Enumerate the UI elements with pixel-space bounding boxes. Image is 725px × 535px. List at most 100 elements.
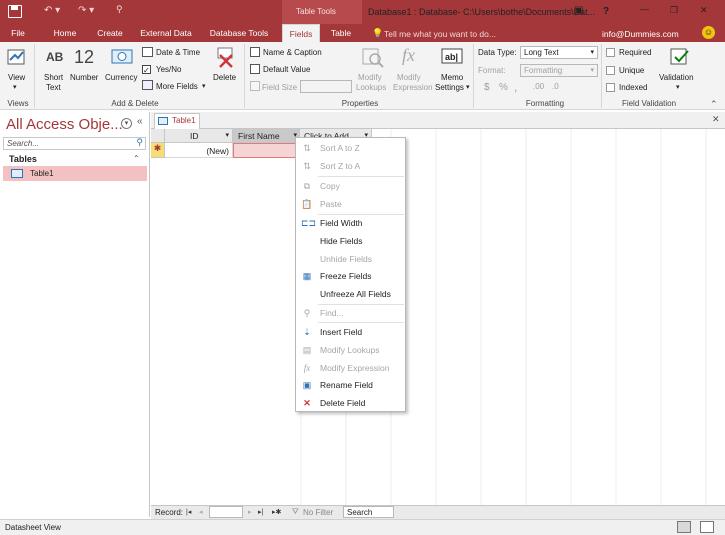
menu-item-rename-field[interactable]: ▣ Rename Field [296,376,405,394]
nav-search-input[interactable]: Search... ⚲ [3,137,146,150]
shutter-bar-close-icon[interactable]: « [137,116,143,127]
new-record-marker[interactable]: ✱ [151,143,165,158]
menu-item-modify-lookups: ▤ Modify Lookups [296,341,405,359]
data-type-select[interactable]: Long Text ▾ [520,46,598,59]
redo-icon[interactable]: ↷ ▾ [78,5,94,16]
column-header-first-name[interactable]: First Name ▾ [233,129,300,143]
datasheet-view-icon[interactable] [677,521,691,533]
currency-icon[interactable] [111,47,133,67]
first-record-button[interactable]: |◂ [186,508,191,516]
menu-item-freeze-fields[interactable]: ▦ Freeze Fields [296,267,405,285]
view-button[interactable]: View [8,73,25,82]
collapse-section-icon[interactable]: ⌃ [133,154,140,163]
minimize-button[interactable]: — [640,4,649,14]
ribbon-display-icon[interactable]: ▣ [574,5,583,16]
last-record-button[interactable]: ▸| [258,508,263,516]
memo-settings-button-line2[interactable]: Settings [435,83,464,92]
view-dropdown-icon[interactable]: ▾ [13,83,17,91]
tab-file[interactable]: File [0,24,36,42]
smiley-feedback-icon[interactable]: ☺ [702,26,715,39]
default-value-button[interactable]: Default Value [263,65,310,74]
tab-table[interactable]: Table [322,24,360,42]
previous-record-button[interactable]: ◂ [199,508,203,516]
menu-item-hide-fields[interactable]: Hide Fields [296,232,405,250]
yes-no-button[interactable]: Yes/No [156,65,182,74]
chevron-down-icon[interactable]: ▾ [225,131,229,139]
collapse-ribbon-icon[interactable]: ⌃ [710,99,718,110]
short-text-button-line2[interactable]: Text [46,83,61,92]
tab-external-data[interactable]: External Data [134,24,198,42]
required-label: Required [619,48,652,57]
menu-item-label: Delete Field [320,398,366,408]
memo-settings-dropdown-icon[interactable]: ▾ [466,83,470,91]
currency-button[interactable]: Currency [105,73,137,82]
close-button[interactable]: ✕ [700,5,708,16]
nav-title[interactable]: All Access Obje... [6,116,123,133]
tab-home[interactable]: Home [44,24,86,42]
indexed-checkbox[interactable] [606,82,615,93]
no-filter-button[interactable]: No Filter [303,508,333,517]
tab-create[interactable]: Create [88,24,132,42]
close-document-icon[interactable]: ✕ [712,114,720,125]
account-name[interactable]: info@Dummies.com [602,29,679,39]
number-icon[interactable]: 12 [74,47,94,68]
cell-id-new[interactable]: (New) [165,143,233,158]
menu-item-label: Insert Field [320,327,363,337]
group-formatting: Formatting [525,99,565,108]
memo-settings-icon[interactable]: ab| [440,46,464,68]
short-text-icon[interactable]: AB [46,50,63,64]
undo-icon[interactable]: ↶ ▾ [44,5,60,16]
more-fields-dropdown-icon[interactable]: ▾ [202,82,206,90]
help-icon[interactable]: ? [603,6,609,17]
divider [473,44,474,108]
date-time-button[interactable]: Date & Time [156,48,200,57]
search-icon[interactable]: ⚲ [136,137,143,148]
view-icon[interactable] [6,46,28,68]
menu-item-field-width[interactable]: ⊏⊐ Field Width [296,214,405,232]
record-label: Record: [155,508,184,517]
menu-item-paste: 📋 Paste [296,195,405,213]
validation-icon[interactable] [668,46,692,70]
more-fields-button[interactable]: More Fields [156,82,198,91]
cell-first-name-new[interactable] [233,143,300,158]
next-record-button[interactable]: ▸ [248,508,252,516]
nav-section-tables[interactable]: Tables [9,154,37,164]
design-view-icon[interactable] [700,521,714,533]
datasheet-grid[interactable] [151,129,725,505]
short-text-button[interactable]: Short [44,73,63,82]
unique-checkbox[interactable] [606,65,615,76]
sort-za-icon: ⇅ [303,161,311,171]
nav-item-table1[interactable]: Table1 [3,166,147,181]
validation-dropdown-icon[interactable]: ▾ [676,83,680,91]
customize-qat-icon[interactable]: ⚲ [116,4,123,15]
nav-menu-icon[interactable]: ▾ [121,118,132,129]
column-header-label: First Name [238,131,280,141]
group-properties: Properties [341,99,379,108]
delete-field-icon[interactable] [215,46,237,70]
more-fields-icon [142,80,153,90]
menu-item-sort-a-to-z: ⇅ Sort A to Z [296,139,405,157]
doc-tab-table1[interactable]: Table1 [154,113,200,129]
divider [34,44,35,108]
select-all-corner[interactable] [151,129,165,143]
current-record-input[interactable] [209,506,243,518]
tell-me-box[interactable]: Tell me what you want to do... [384,29,496,39]
insert-field-icon: ⇣ [303,327,311,337]
menu-item-find: ⚲ Find... [296,304,405,322]
memo-settings-button[interactable]: Memo [441,73,463,82]
menu-item-delete-field[interactable]: ✕ Delete Field [296,394,405,412]
new-record-button[interactable]: ▸✱ [272,508,281,516]
required-checkbox[interactable] [606,47,615,58]
record-search-input[interactable]: Search [343,506,394,518]
save-icon[interactable] [8,5,22,18]
tab-fields[interactable]: Fields [282,24,320,42]
validation-button[interactable]: Validation [659,73,694,82]
tab-database-tools[interactable]: Database Tools [200,24,278,42]
restore-button[interactable]: ❐ [670,5,678,16]
column-header-id[interactable]: ID ▾ [165,129,233,143]
menu-item-unfreeze-all-fields[interactable]: Unfreeze All Fields [296,285,405,303]
delete-button[interactable]: Delete [213,73,236,82]
name-caption-button[interactable]: Name & Caption [263,48,322,57]
number-button[interactable]: Number [70,73,98,82]
menu-item-insert-field[interactable]: ⇣ Insert Field [296,323,405,341]
